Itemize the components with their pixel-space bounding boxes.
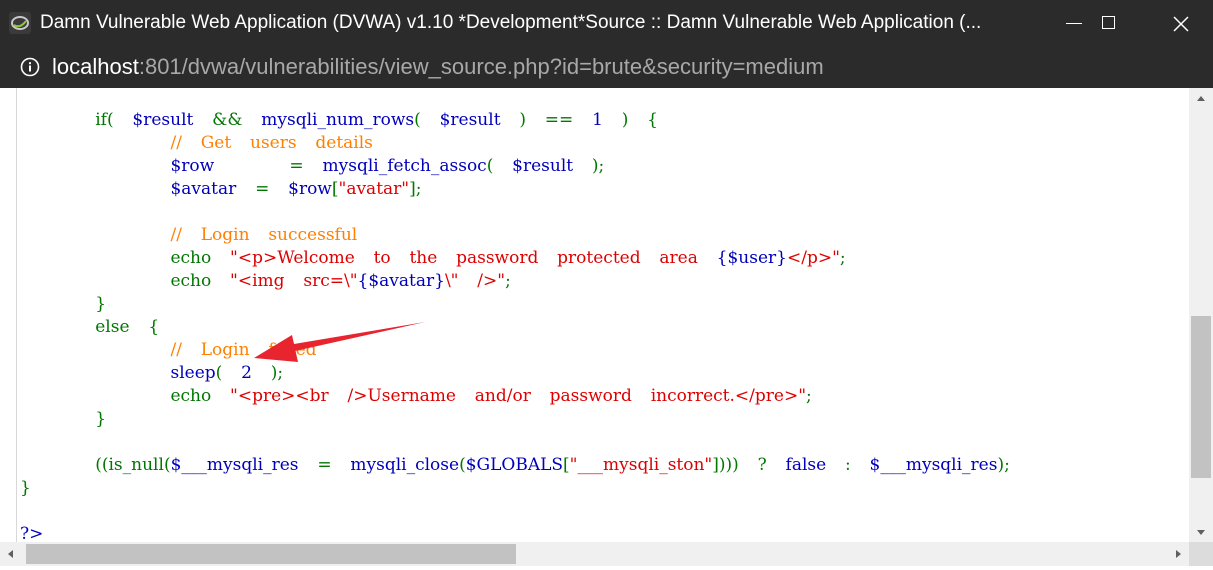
vertical-scroll-thumb[interactable] — [1191, 316, 1211, 478]
page-left-border — [16, 88, 17, 542]
scroll-left-arrow-icon — [8, 550, 13, 558]
address-bar[interactable]: localhost:801/dvwa/vulnerabilities/view_… — [0, 47, 1213, 88]
scroll-up-arrow-icon — [1197, 96, 1205, 101]
php-source-code: if( $result && mysqli_num_rows( $result … — [20, 110, 1010, 542]
source-view: if( $result && mysqli_num_rows( $result … — [0, 88, 1189, 542]
scrollbar-corner — [1189, 542, 1213, 566]
close-icon — [1173, 16, 1189, 32]
horizontal-scrollbar[interactable] — [0, 542, 1189, 566]
scroll-up-button[interactable] — [1189, 88, 1213, 108]
scroll-left-button[interactable] — [0, 542, 20, 566]
close-button[interactable] — [1153, 0, 1213, 47]
scroll-right-arrow-icon — [1176, 550, 1181, 558]
url-text[interactable]: localhost:801/dvwa/vulnerabilities/view_… — [52, 54, 824, 80]
window-titlebar: Damn Vulnerable Web Application (DVWA) v… — [0, 0, 1213, 47]
maximize-button[interactable] — [1093, 0, 1153, 47]
dvwa-app-icon — [9, 12, 31, 34]
scroll-down-arrow-icon — [1197, 530, 1205, 535]
scroll-right-button[interactable] — [1169, 542, 1189, 566]
horizontal-scroll-thumb[interactable] — [26, 544, 516, 564]
scroll-down-button[interactable] — [1189, 522, 1213, 542]
url-host: localhost — [52, 54, 139, 79]
vertical-scrollbar[interactable] — [1189, 88, 1213, 542]
info-icon[interactable] — [20, 57, 40, 77]
url-path: :801/dvwa/vulnerabilities/view_source.ph… — [138, 54, 824, 79]
window-title: Damn Vulnerable Web Application (DVWA) v… — [40, 12, 982, 33]
